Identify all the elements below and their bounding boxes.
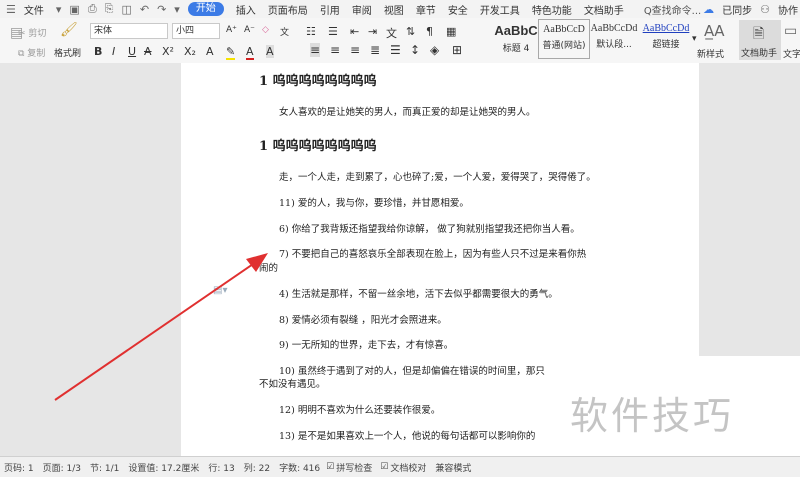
proofread-icon[interactable]: ☑ (380, 462, 388, 472)
status-page: 页面: 1/3 (42, 463, 82, 474)
spellcheck-button[interactable]: 拼写检查 (336, 461, 372, 474)
status-position: 设置值: 17.2厘米 (128, 463, 200, 474)
compat-mode: 兼容模式 (435, 463, 472, 474)
status-row: 行: 13 (208, 463, 235, 474)
red-arrow-annotation (54, 253, 268, 401)
status-col: 列: 22 (243, 463, 271, 474)
status-page-number: 页码: 1 (4, 463, 34, 474)
status-section: 节: 1/1 (90, 463, 120, 474)
status-bar: 页码: 1 页面: 1/3 节: 1/1 设置值: 17.2厘米 行: 13 列… (0, 456, 800, 477)
status-word-count[interactable]: 字数: 416 (279, 461, 320, 474)
proofread-button[interactable]: 文档校对 (390, 461, 426, 474)
spellcheck-icon[interactable]: ☑ (326, 462, 334, 472)
